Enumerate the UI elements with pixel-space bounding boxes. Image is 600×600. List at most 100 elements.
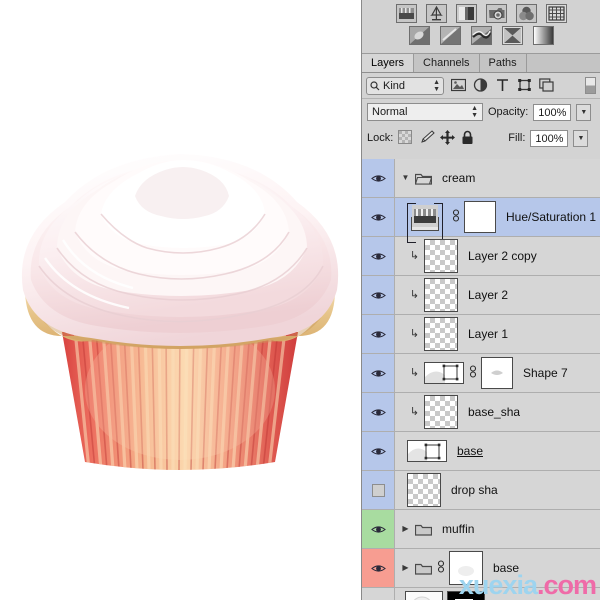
layer-row[interactable]: ↳ Shape 7 — [362, 354, 600, 393]
smart-object-thumbnail[interactable] — [405, 591, 443, 600]
layer-visibility-toggle[interactable] — [362, 198, 395, 236]
vector-mask-thumbnail[interactable] — [481, 357, 513, 389]
levels-icon[interactable] — [425, 4, 447, 23]
layer-visibility-toggle[interactable] — [362, 432, 395, 470]
layer-row-body[interactable]: ↳ Layer 2 copy — [395, 237, 600, 275]
lock-position-icon[interactable] — [440, 130, 456, 146]
layer-thumbnail[interactable] — [424, 278, 458, 312]
shape-thumbnail[interactable] — [407, 440, 447, 462]
layer-row[interactable]: cupcakes — [362, 588, 600, 600]
vibrance-icon[interactable] — [515, 4, 537, 23]
blend-mode-spinner[interactable]: ▲ ▼ — [471, 105, 478, 119]
layer-name[interactable]: Layer 2 copy — [462, 249, 537, 263]
filter-pixel-icon[interactable] — [450, 78, 467, 94]
layer-name[interactable]: Layer 1 — [462, 327, 508, 341]
layer-name[interactable]: base — [451, 444, 483, 458]
layer-name[interactable]: drop sha — [445, 483, 498, 497]
layer-name[interactable]: base_sha — [462, 405, 520, 419]
hue-saturation-icon[interactable] — [545, 4, 567, 23]
layer-name[interactable]: Shape 7 — [517, 366, 568, 380]
layer-thumbnail[interactable] — [424, 239, 458, 273]
layer-visibility-toggle[interactable] — [362, 315, 395, 353]
layer-row[interactable]: drop sha — [362, 471, 600, 510]
layer-row[interactable]: Hue/Saturation 1 — [362, 198, 600, 243]
fill-value[interactable]: 100% — [530, 129, 569, 147]
layer-row[interactable]: ▶ base — [362, 549, 600, 588]
filter-smart-object-icon[interactable] — [539, 77, 554, 94]
lock-image-pixels-icon[interactable] — [419, 130, 436, 146]
lock-all-icon[interactable] — [461, 130, 477, 146]
black-white-icon[interactable] — [439, 26, 461, 45]
layer-visibility-toggle[interactable] — [362, 549, 395, 587]
layer-visibility-toggle[interactable] — [362, 354, 395, 392]
layer-row-body[interactable]: ▶ muffin — [395, 510, 600, 548]
opacity-value[interactable]: 100% — [533, 103, 572, 121]
layer-row-body[interactable]: base — [395, 432, 600, 470]
lock-transparent-pixels-icon[interactable] — [398, 130, 414, 146]
layer-thumbnail[interactable] — [424, 395, 458, 429]
gradient-map-icon[interactable] — [532, 26, 554, 45]
filter-shape-icon[interactable] — [517, 78, 532, 94]
layer-row[interactable]: ↳ Layer 2 copy — [362, 237, 600, 276]
layer-row-body[interactable]: drop sha — [395, 471, 600, 509]
layer-visibility-toggle[interactable] — [362, 237, 395, 275]
layer-name[interactable]: cream — [436, 171, 475, 185]
brightness-contrast-icon[interactable] — [395, 4, 417, 23]
tab-channels[interactable]: Channels — [414, 54, 480, 72]
group-mask-thumbnail[interactable] — [449, 551, 483, 585]
layer-name[interactable]: base — [487, 561, 519, 575]
layer-mask-thumbnail[interactable] — [464, 201, 496, 233]
channel-mixer-icon[interactable] — [501, 26, 523, 45]
layer-thumbnail[interactable] — [407, 473, 441, 507]
layer-row-body[interactable]: Hue/Saturation 1 — [395, 198, 600, 243]
photo-filter-icon[interactable] — [470, 26, 492, 45]
layer-list[interactable]: ▼ cream Hue/Saturation 1 ↳ Layer 2 copy … — [362, 159, 600, 600]
layer-mask-thumbnail[interactable] — [447, 591, 485, 600]
layer-row[interactable]: base — [362, 432, 600, 471]
layer-visibility-toggle[interactable] — [362, 276, 395, 314]
layer-row-body[interactable]: ▶ base — [395, 549, 600, 587]
layer-row[interactable]: ↳ Layer 2 — [362, 276, 600, 315]
hue-saturation-thumbnail[interactable] — [411, 204, 439, 231]
layer-visibility-toggle[interactable] — [362, 588, 395, 600]
layer-row[interactable]: ▼ cream — [362, 159, 600, 198]
layer-name[interactable]: Layer 2 — [462, 288, 508, 302]
group-disclosure-collapsed-icon[interactable]: ▶ — [400, 564, 411, 572]
filter-kind-spinner[interactable]: ▲ ▼ — [433, 79, 440, 93]
filter-kind-select[interactable]: Kind ▲ ▼ — [366, 76, 444, 95]
opacity-slider-arrow[interactable]: ▼ — [576, 103, 592, 121]
layer-thumbnail[interactable] — [424, 317, 458, 351]
layer-visibility-toggle[interactable] — [362, 510, 395, 548]
link-mask-icon[interactable] — [468, 365, 477, 381]
layer-visibility-toggle[interactable] — [362, 159, 395, 197]
layer-name[interactable]: muffin — [436, 522, 474, 536]
tab-paths[interactable]: Paths — [479, 54, 527, 72]
adjustment-thumbnail-selected[interactable] — [407, 202, 443, 243]
blend-mode-select[interactable]: Normal ▲ ▼ — [367, 103, 483, 121]
color-balance-icon[interactable] — [408, 26, 430, 45]
group-disclosure-collapsed-icon[interactable]: ▶ — [400, 525, 411, 533]
layer-row[interactable]: ↳ base_sha — [362, 393, 600, 432]
layer-row-body[interactable]: ↳ base_sha — [395, 393, 600, 431]
layer-row-body[interactable]: ↳ Layer 1 — [395, 315, 600, 353]
curves-icon[interactable] — [455, 4, 477, 23]
layer-row-body[interactable]: ↳ Shape 7 — [395, 354, 600, 392]
group-disclosure-expanded-icon[interactable]: ▼ — [400, 174, 411, 182]
shape-thumbnail[interactable] — [424, 362, 464, 384]
layer-visibility-toggle[interactable] — [362, 393, 395, 431]
layer-row-body[interactable]: ↳ Layer 2 — [395, 276, 600, 314]
filter-adjustment-icon[interactable] — [473, 77, 488, 94]
filter-enable-toggle[interactable] — [585, 77, 596, 94]
layer-row-body[interactable]: ▼ cream — [395, 159, 600, 197]
layer-name[interactable]: Hue/Saturation 1 — [500, 210, 596, 224]
layer-row-body[interactable]: cupcakes — [395, 588, 600, 600]
link-mask-icon[interactable] — [451, 209, 460, 225]
fill-slider-arrow[interactable]: ▼ — [573, 129, 589, 147]
layer-row[interactable]: ▶ muffin — [362, 510, 600, 549]
layer-visibility-toggle[interactable] — [362, 471, 395, 509]
layer-row[interactable]: ↳ Layer 1 — [362, 315, 600, 354]
exposure-icon[interactable] — [485, 4, 507, 23]
link-mask-icon[interactable] — [436, 560, 445, 576]
filter-type-icon[interactable] — [495, 78, 510, 94]
canvas-area[interactable] — [0, 0, 361, 600]
